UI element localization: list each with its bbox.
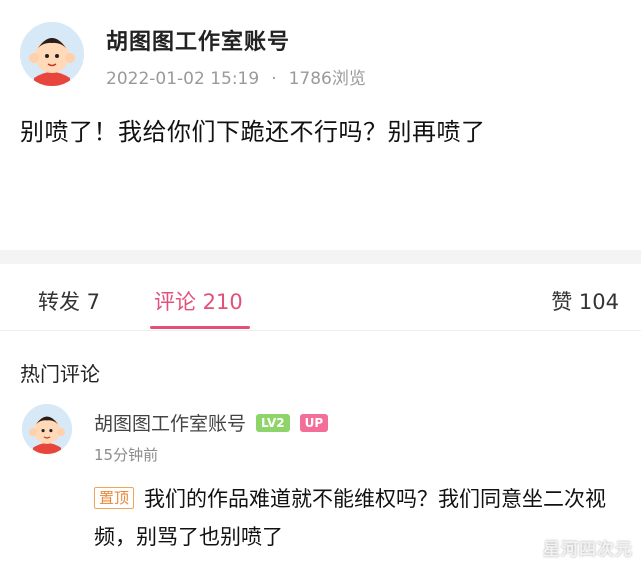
level-badge: LV2 <box>256 413 290 432</box>
post-author-avatar[interactable] <box>20 22 84 86</box>
tab-repost[interactable]: 转发 7 <box>38 286 100 316</box>
cartoon-boy-avatar-icon <box>22 404 72 454</box>
tabs-divider <box>0 330 641 331</box>
post-views: 1786浏览 <box>288 69 366 89</box>
comment-author-avatar[interactable] <box>22 404 72 454</box>
hot-comments-heading: 热门评论 <box>20 362 100 386</box>
tab-comments[interactable]: 评论 210 <box>154 286 243 316</box>
up-badge: UP <box>299 413 329 432</box>
cartoon-boy-avatar-icon <box>20 22 84 86</box>
post-body-text: 别喷了！我给你们下跪还不行吗？别再喷了 <box>20 118 486 146</box>
post-date: 2022-01-02 15:19 <box>106 69 260 89</box>
comment-author-name[interactable]: 胡图图工作室账号 <box>94 409 246 436</box>
post-meta: 2022-01-02 15:19 · 1786浏览 <box>106 64 366 89</box>
meta-separator: · <box>271 69 277 89</box>
post-author-name[interactable]: 胡图图工作室账号 <box>106 24 290 56</box>
watermark: 星河四次元 <box>543 540 633 560</box>
tab-likes[interactable]: 赞 104 <box>551 286 619 316</box>
active-tab-indicator <box>150 326 250 329</box>
comment-author-row: 胡图图工作室账号 LV2 UP <box>94 409 329 436</box>
section-divider <box>0 250 641 264</box>
comment-timestamp: 15分钟前 <box>94 446 159 464</box>
comment-text: 我们的作品难道就不能维权吗？我们同意坐二次视频，别骂了也别喷了 <box>94 487 607 549</box>
pinned-tag: 置顶 <box>94 487 135 509</box>
